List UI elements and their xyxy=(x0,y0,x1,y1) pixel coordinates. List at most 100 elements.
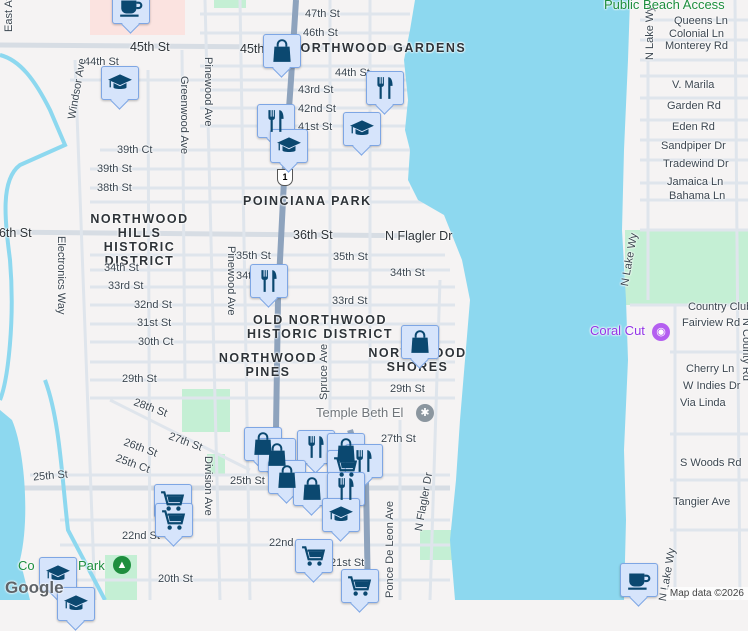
street-label: 45th St xyxy=(130,40,170,54)
graduation-cap-icon xyxy=(328,502,354,528)
graduation-cap-icon xyxy=(349,116,375,142)
street-label: Garden Rd xyxy=(667,100,721,112)
street-label: Tradewind Dr xyxy=(663,158,729,170)
neighborhood-label: NORTHWOOD HILLS HISTORIC DISTRICT xyxy=(90,212,189,268)
street-label: 38th St xyxy=(97,182,132,194)
grocery-marker[interactable] xyxy=(341,569,379,603)
neighborhood-label: NORTHWOOD GARDENS xyxy=(290,41,467,55)
street-label: 25th St xyxy=(230,475,265,487)
street-label: Cherry Ln xyxy=(686,363,735,375)
street-label: V. Marila xyxy=(672,79,715,91)
street-label: 32nd St xyxy=(134,299,172,311)
graduation-cap-icon xyxy=(276,133,302,159)
fork-knife-icon xyxy=(263,108,289,134)
place-of-worship-icon[interactable]: ✱ xyxy=(416,404,434,422)
restaurant-marker[interactable] xyxy=(366,71,404,105)
restaurant-marker[interactable] xyxy=(250,264,288,298)
street-label: 22nd xyxy=(269,537,294,549)
street-label: Pinewood Ave xyxy=(202,57,214,127)
street-label: Via Linda xyxy=(680,397,726,409)
street-label: 33rd St xyxy=(108,280,144,292)
street-label: 21st St xyxy=(330,557,365,569)
neighborhood-label: OLD NORTHWOOD HISTORIC DISTRICT xyxy=(246,313,394,341)
street-label: Country Club xyxy=(688,301,748,313)
street-label: 34th St xyxy=(104,262,139,274)
street-label: Division Ave xyxy=(202,456,214,516)
street-label: Greenwood Ave xyxy=(178,76,190,155)
shopping-bag-icon xyxy=(274,464,300,490)
street-label: S Woods Rd xyxy=(680,457,742,469)
map-attribution[interactable]: Map data ©2026 xyxy=(665,587,748,600)
street-label: 35th St xyxy=(333,251,368,263)
grocery-marker[interactable] xyxy=(295,539,333,573)
neighborhood-label: POINCIANA PARK xyxy=(243,194,372,208)
poi-park[interactable]: Park xyxy=(78,558,105,573)
neighborhood-label: NORTHWOOD PINES xyxy=(218,351,318,379)
cafe-marker[interactable] xyxy=(620,563,658,597)
shopping-bag-icon xyxy=(299,476,325,502)
street-label: 36th St xyxy=(293,228,333,242)
street-label: 44th St xyxy=(335,67,370,79)
cafe-marker[interactable] xyxy=(112,0,150,24)
street-label: W Indies Dr xyxy=(683,380,741,392)
school-marker[interactable] xyxy=(57,587,95,621)
street-label: 29th St xyxy=(390,383,425,395)
shopping-cart-icon xyxy=(347,573,373,599)
street-label: Queens Ln xyxy=(674,15,728,27)
shopping-bag-icon xyxy=(269,38,295,64)
street-label: 27th St xyxy=(381,433,416,445)
street-label: Pinewood Ave xyxy=(225,246,237,316)
shopping-cart-icon xyxy=(161,507,187,533)
street-label: Bahama Ln xyxy=(669,190,726,202)
tree-icon[interactable]: ▲ xyxy=(113,556,131,574)
graduation-cap-icon xyxy=(45,561,71,587)
coffee-cup-icon xyxy=(118,0,144,20)
camera-icon[interactable]: ◉ xyxy=(652,323,670,341)
poi-park-prefix[interactable]: Co xyxy=(18,558,35,573)
graduation-cap-icon xyxy=(107,70,133,96)
street-label: 29th St xyxy=(122,373,157,385)
street-label: Ponce De Leon Ave xyxy=(384,500,396,598)
street-label: Electronics Way xyxy=(55,236,67,315)
graduation-cap-icon xyxy=(63,591,89,617)
school-marker[interactable] xyxy=(39,557,77,591)
fork-knife-icon xyxy=(372,75,398,101)
school-marker[interactable] xyxy=(343,112,381,146)
street-label: Spruce Ave xyxy=(318,343,330,400)
shopping-marker[interactable] xyxy=(401,325,439,359)
school-marker[interactable] xyxy=(322,498,360,532)
street-label: Eden Rd xyxy=(672,121,715,133)
street-label: N Lake Wy xyxy=(644,6,656,60)
poi-coral-cut[interactable]: Coral Cut xyxy=(590,323,645,338)
school-marker[interactable] xyxy=(101,66,139,100)
shopping-bag-icon xyxy=(407,329,433,355)
street-label: 42nd St xyxy=(298,103,336,115)
street-label: 46th St xyxy=(303,27,338,39)
street-label: 20th St xyxy=(158,573,193,585)
street-label: 33rd St xyxy=(332,295,368,307)
coffee-cup-icon xyxy=(626,567,652,593)
street-label: Tangier Ave xyxy=(673,496,731,508)
street-label: 31st St xyxy=(137,317,172,329)
street-label: 34th St xyxy=(390,267,425,279)
poi-public-beach-access[interactable]: Public Beach Access xyxy=(604,0,725,12)
poi-temple-beth-el[interactable]: Temple Beth El xyxy=(316,405,403,420)
street-label: Fairview Rd xyxy=(682,317,741,329)
shopping-marker[interactable] xyxy=(263,34,301,68)
street-label: N Flagler Dr xyxy=(385,229,453,243)
street-label: 47th St xyxy=(305,8,340,20)
street-label: 39th St xyxy=(97,163,132,175)
street-label: East Ave xyxy=(3,0,15,32)
street-label: 43rd St xyxy=(298,84,334,96)
street-label: 36th St xyxy=(0,226,32,240)
grocery-marker[interactable] xyxy=(155,503,193,537)
street-label: Colonial Ln xyxy=(669,28,725,40)
street-label: Jamaica Ln xyxy=(667,176,724,188)
street-label: 30th Ct xyxy=(138,336,174,348)
school-marker[interactable] xyxy=(270,129,308,163)
street-label: Monterey Rd xyxy=(665,40,728,52)
map-canvas[interactable]: NORTHWOOD GARDENS POINCIANA PARK NORTHWO… xyxy=(0,0,748,621)
restaurant-marker[interactable] xyxy=(345,444,383,478)
fork-knife-icon xyxy=(333,476,359,502)
fork-knife-icon xyxy=(256,268,282,294)
